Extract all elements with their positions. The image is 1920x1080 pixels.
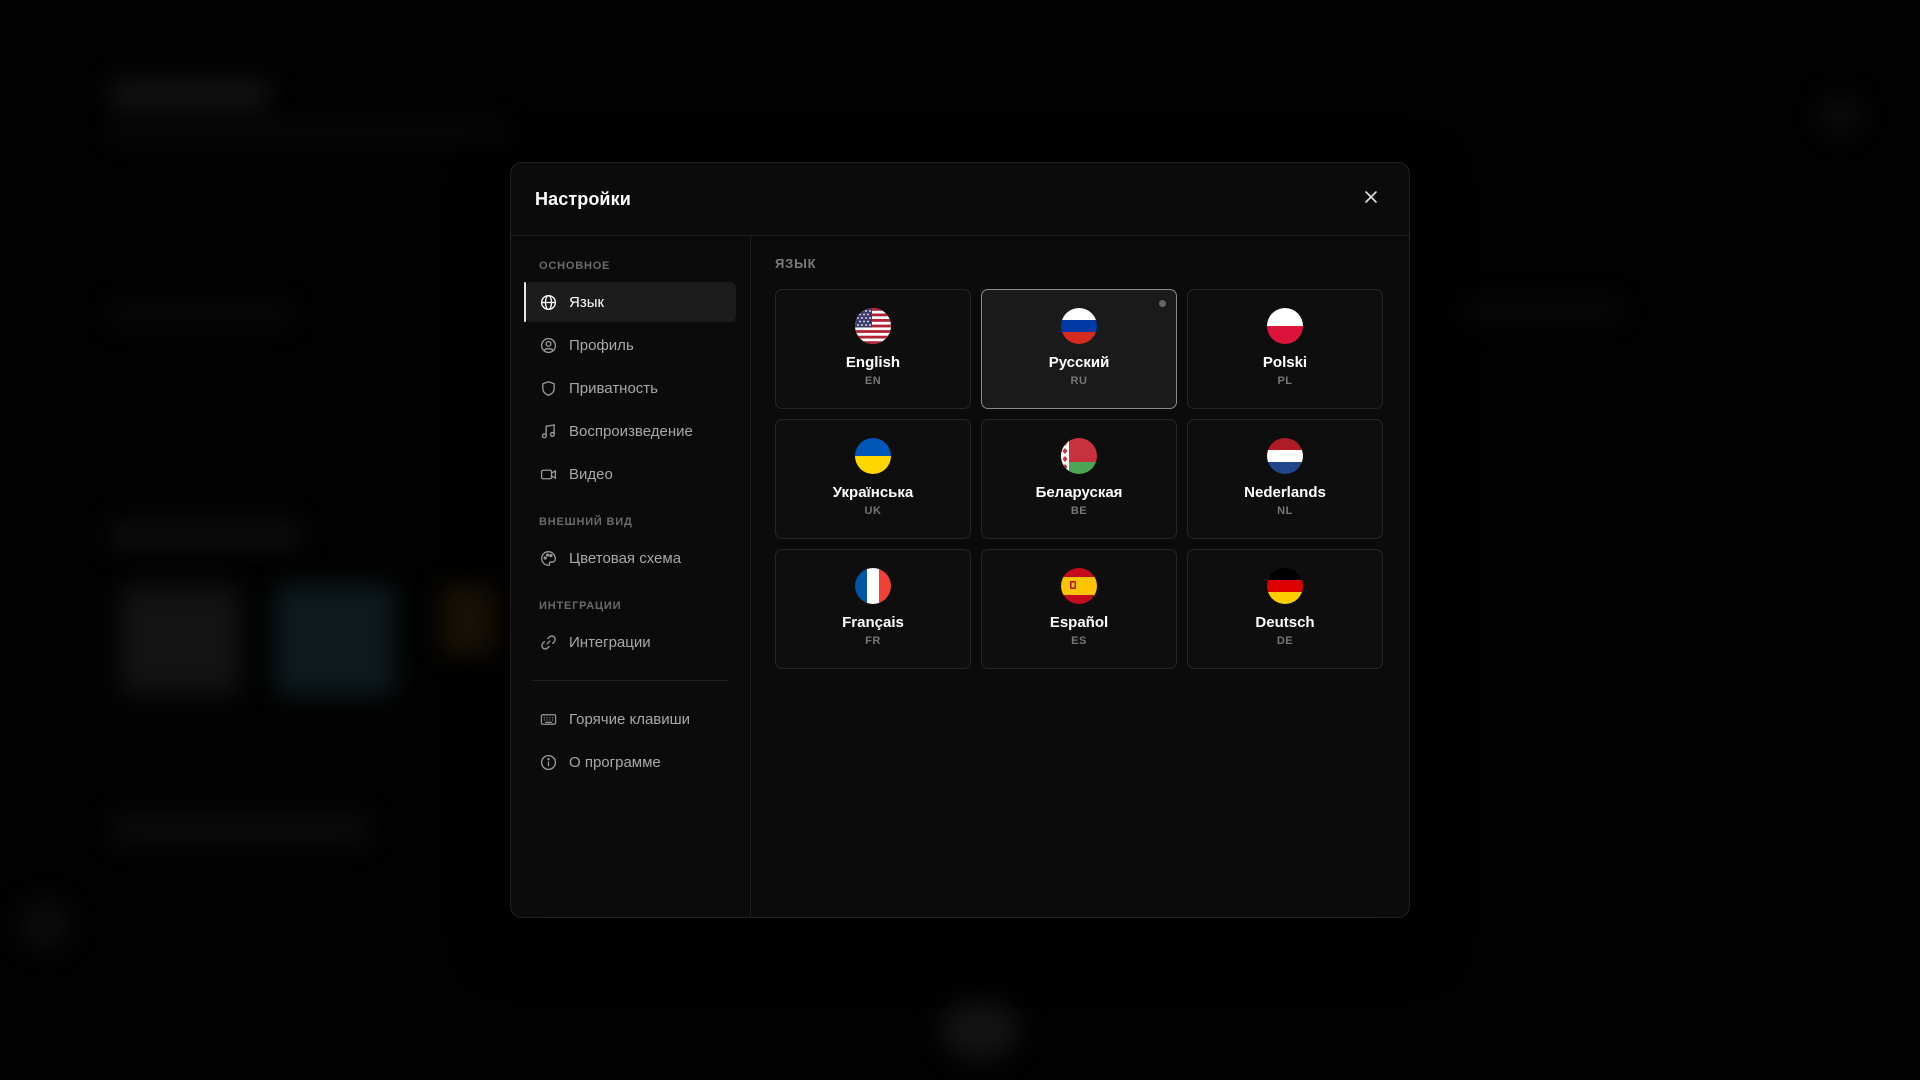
language-code: RU (1070, 375, 1088, 387)
sidebar-item-label: О программе (569, 753, 661, 771)
us-flag-icon (855, 308, 891, 344)
close-button[interactable] (1357, 185, 1385, 213)
language-card-nl[interactable]: Nederlands NL (1187, 419, 1383, 539)
sidebar-item-label: Воспроизведение (569, 422, 693, 440)
shield-icon (539, 379, 557, 397)
language-code: UK (864, 505, 882, 517)
link-icon (539, 633, 557, 651)
language-name: English (845, 354, 901, 371)
nl-flag-icon (1267, 438, 1303, 474)
by-flag-icon (1061, 438, 1097, 474)
section-label-appearance: Внешний вид (539, 516, 633, 528)
language-code: DE (1276, 635, 1294, 647)
panel-section-label: Язык (775, 256, 817, 271)
palette-icon (539, 549, 557, 567)
sidebar-item-label: Интеграции (569, 633, 651, 651)
sidebar-item-integrations[interactable]: Интеграции (525, 622, 736, 662)
language-grid: English EN Русский RU Polski PL Українсь… (775, 289, 1385, 669)
language-card-fr[interactable]: Français FR (775, 549, 971, 669)
settings-sidebar: Основное Язык Профиль Приватность (511, 236, 751, 917)
es-flag-icon (1061, 568, 1097, 604)
language-name: Nederlands (1244, 484, 1326, 501)
language-card-uk[interactable]: Українська UK (775, 419, 971, 539)
sidebar-item-label: Профиль (569, 336, 634, 354)
info-icon (539, 753, 557, 771)
language-name: Українська (832, 484, 914, 501)
language-code: PL (1277, 375, 1293, 387)
fr-flag-icon (855, 568, 891, 604)
sidebar-item-label: Видео (569, 465, 613, 483)
video-camera-icon (539, 465, 557, 483)
sidebar-item-about[interactable]: О программе (525, 742, 736, 782)
language-name: Español (1049, 614, 1109, 631)
settings-dialog: Настройки Основное Язык Профиль (510, 162, 1410, 918)
language-name: Français (842, 614, 904, 631)
sidebar-item-language[interactable]: Язык (524, 282, 736, 322)
user-circle-icon (539, 336, 557, 354)
ua-flag-icon (855, 438, 891, 474)
sidebar-item-playback[interactable]: Воспроизведение (525, 411, 736, 451)
sidebar-item-profile[interactable]: Профиль (525, 325, 736, 365)
sidebar-item-hotkeys[interactable]: Горячие клавиши (525, 699, 736, 739)
language-code: ES (1071, 635, 1087, 647)
language-card-de[interactable]: Deutsch DE (1187, 549, 1383, 669)
sidebar-item-label: Приватность (569, 379, 658, 397)
section-label-integrations: Интеграции (539, 600, 622, 612)
language-card-be[interactable]: Беларуская BE (981, 419, 1177, 539)
language-name: Беларуская (1035, 484, 1123, 501)
selected-indicator (1159, 300, 1166, 307)
section-label-basic: Основное (539, 260, 611, 272)
language-name: Polski (1262, 354, 1308, 371)
language-code: BE (1070, 505, 1088, 517)
language-code: EN (864, 375, 882, 387)
ru-flag-icon (1061, 308, 1097, 344)
language-card-es[interactable]: Español ES (981, 549, 1177, 669)
de-flag-icon (1267, 568, 1303, 604)
sidebar-item-color-scheme[interactable]: Цветовая схема (525, 538, 736, 578)
sidebar-item-label: Цветовая схема (569, 549, 682, 567)
sidebar-item-label: Язык (569, 293, 605, 311)
close-icon (1364, 190, 1378, 209)
globe-icon (539, 293, 557, 311)
dialog-title: Настройки (535, 188, 631, 209)
language-name: Deutsch (1255, 614, 1315, 631)
music-note-icon (539, 422, 557, 440)
language-panel: Язык (751, 236, 1409, 917)
language-card-pl[interactable]: Polski PL (1187, 289, 1383, 409)
sidebar-item-label: Горячие клавиши (569, 710, 691, 728)
keyboard-icon (539, 710, 557, 728)
language-name: Русский (1048, 354, 1110, 371)
language-code: NL (1277, 505, 1293, 517)
sidebar-divider (533, 680, 728, 681)
language-card-en[interactable]: English EN (775, 289, 971, 409)
language-code: FR (865, 635, 881, 647)
sidebar-item-privacy[interactable]: Приватность (525, 368, 736, 408)
language-card-ru[interactable]: Русский RU (981, 289, 1177, 409)
pl-flag-icon (1267, 308, 1303, 344)
sidebar-item-video[interactable]: Видео (525, 454, 736, 494)
dialog-header: Настройки (511, 163, 1409, 236)
